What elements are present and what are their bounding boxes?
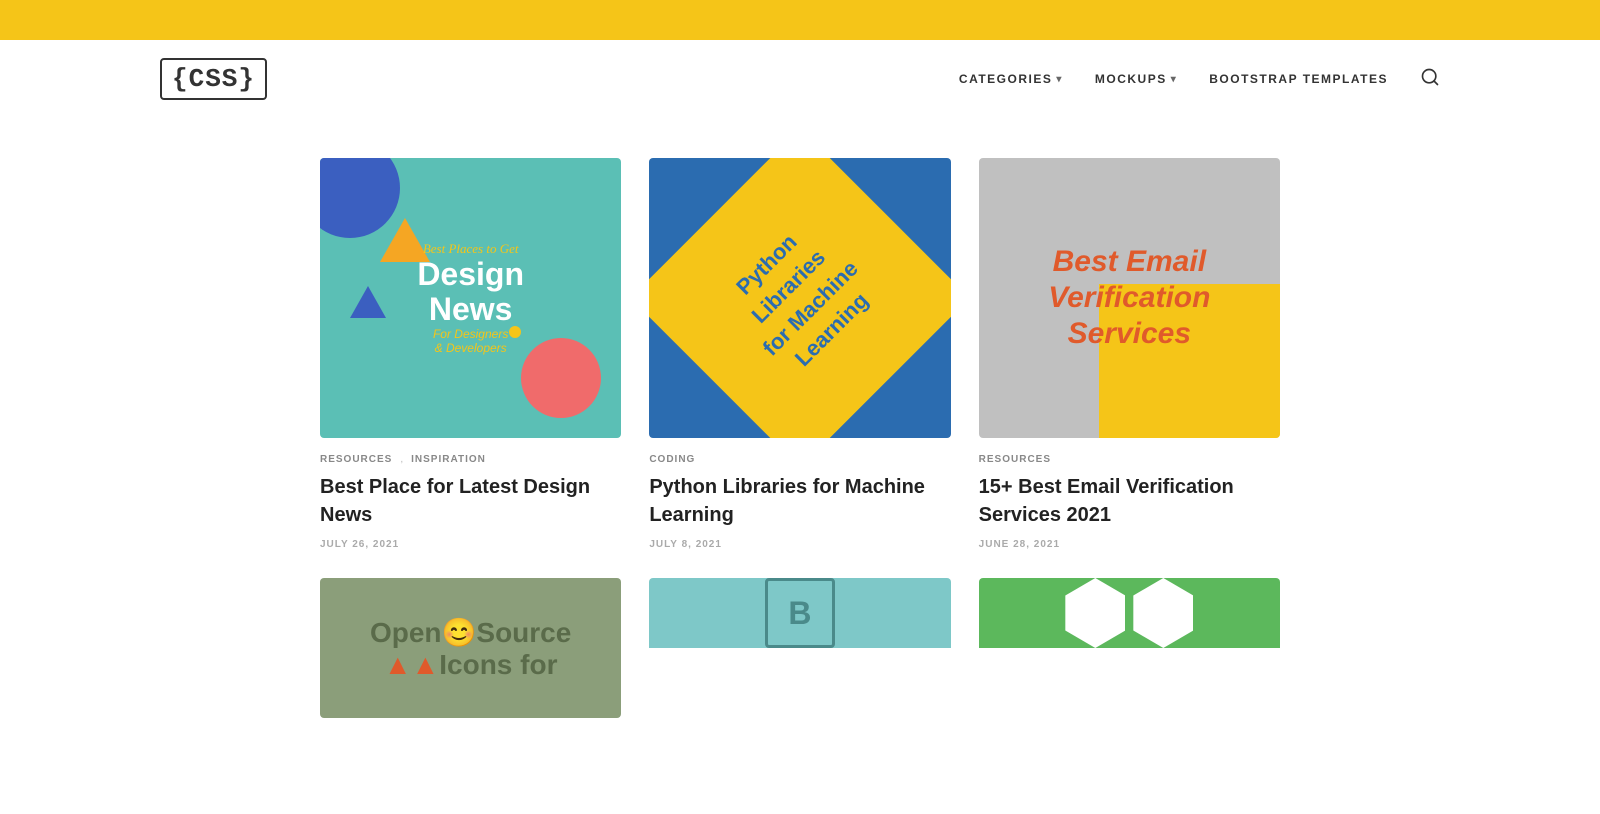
card-open-source[interactable]: Open😊Source▲▲Icons for	[320, 578, 621, 734]
card-img-hexagon	[979, 578, 1280, 648]
card-python[interactable]: PythonLibrariesfor MachineLearning CODIN…	[649, 158, 950, 550]
card-title-python[interactable]: Python Libraries for Machine Learning	[649, 473, 950, 529]
nav-bootstrap-templates[interactable]: BOOTSTRAP TEMPLATES	[1209, 72, 1388, 86]
card-design-news[interactable]: Best Places to Get DesignNews For Design…	[320, 158, 621, 550]
card-tag-resources-2: RESOURCES	[979, 454, 1051, 465]
top-bar	[0, 0, 1600, 40]
card-img-open-source: Open😊Source▲▲Icons for	[320, 578, 621, 718]
email-overlay-text: Best EmailVerificationServices	[1009, 244, 1250, 352]
card-date-python: JULY 8, 2021	[649, 539, 950, 550]
mockups-chevron-icon: ▾	[1171, 74, 1178, 85]
card-date-design: JULY 26, 2021	[320, 539, 621, 550]
header: {CSS} CATEGORIES ▾ MOCKUPS ▾ BOOTSTRAP T…	[0, 40, 1600, 118]
card-python-image: PythonLibrariesfor MachineLearning	[649, 158, 950, 438]
card-open-source-image: Open😊Source▲▲Icons for	[320, 578, 621, 718]
card-title-design[interactable]: Best Place for Latest Design News	[320, 473, 621, 529]
hex-2	[1133, 578, 1193, 648]
search-button[interactable]	[1420, 67, 1440, 92]
main-content: Best Places to Get DesignNews For Design…	[160, 118, 1440, 734]
nav-mockups[interactable]: MOCKUPS ▾	[1095, 72, 1177, 86]
bootstrap-label: BOOTSTRAP TEMPLATES	[1209, 72, 1388, 86]
nav-categories[interactable]: CATEGORIES ▾	[959, 72, 1063, 86]
search-icon	[1420, 67, 1440, 87]
categories-chevron-icon: ▾	[1056, 74, 1063, 85]
site-logo[interactable]: {CSS}	[160, 58, 267, 100]
card-tags-python: CODING	[649, 454, 950, 465]
card-email[interactable]: Best EmailVerificationServices RESOURCES…	[979, 158, 1280, 550]
card-hexagon-image	[979, 578, 1280, 718]
bottom-cards-area: Open😊Source▲▲Icons for B	[320, 578, 1280, 734]
bottom-cards-grid: Open😊Source▲▲Icons for B	[320, 578, 1280, 734]
hexagon-shapes	[1065, 578, 1193, 648]
card-title-email[interactable]: 15+ Best Email Verification Services 202…	[979, 473, 1280, 529]
card-bootstrap[interactable]: B	[649, 578, 950, 734]
categories-label: CATEGORIES	[959, 72, 1052, 86]
mockups-label: MOCKUPS	[1095, 72, 1167, 86]
card-design-news-image: Best Places to Get DesignNews For Design…	[320, 158, 621, 438]
card-tags-email: RESOURCES	[979, 454, 1280, 465]
card-tag-resources: RESOURCES	[320, 454, 392, 465]
card-tag-coding: CODING	[649, 454, 695, 465]
card-email-image: Best EmailVerificationServices	[979, 158, 1280, 438]
card-tag-inspiration: INSPIRATION	[411, 454, 486, 465]
card-img-design: Best Places to Get DesignNews For Design…	[320, 158, 621, 438]
hex-1	[1065, 578, 1125, 648]
bootstrap-icon: B	[765, 578, 835, 648]
card-hexagon[interactable]	[979, 578, 1280, 734]
card-tags-design: RESOURCES , INSPIRATION	[320, 454, 621, 465]
card-img-email: Best EmailVerificationServices	[979, 158, 1280, 438]
card-img-python: PythonLibrariesfor MachineLearning	[649, 158, 950, 438]
cards-grid: Best Places to Get DesignNews For Design…	[320, 158, 1280, 550]
triangle-blue-icon	[350, 286, 386, 318]
main-nav: CATEGORIES ▾ MOCKUPS ▾ BOOTSTRAP TEMPLAT…	[959, 72, 1388, 86]
card-img-bootstrap: B	[649, 578, 950, 648]
card-bootstrap-image: B	[649, 578, 950, 718]
card-date-email: JUNE 28, 2021	[979, 539, 1280, 550]
card-tag-sep: ,	[400, 454, 403, 465]
card-img-1-overlay-text: Best Places to Get DesignNews For Design…	[417, 241, 524, 355]
